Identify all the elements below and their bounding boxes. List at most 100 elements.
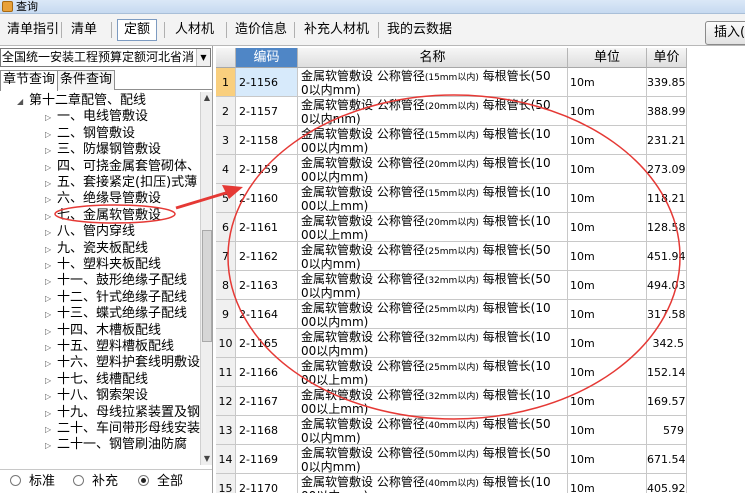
cell-code[interactable]: 2-1165 — [236, 329, 298, 358]
tab-cost-info[interactable]: 造价信息 — [228, 19, 294, 41]
scroll-down-icon[interactable]: ▼ — [202, 453, 212, 465]
row-index[interactable]: 4 — [216, 155, 236, 184]
table-row[interactable]: 3 2-1158 金属软管敷设 公称管径(15mm以内) 每根管长(10 00以内mm… — [216, 126, 745, 155]
tree-item[interactable]: ▷ 二十一、钢管刷油防腐 — [45, 436, 187, 453]
row-index[interactable]: 15 — [216, 474, 236, 493]
cell-price[interactable]: 388.99 — [647, 97, 687, 126]
tree-item[interactable]: ▷ 十九、母线拉紧装置及钢 — [45, 404, 200, 421]
cell-code[interactable]: 2-1159 — [236, 155, 298, 184]
tree-item[interactable]: ▷ 十六、塑料护套线明敷设 — [45, 354, 200, 371]
cell-price[interactable]: 339.85 — [647, 68, 687, 97]
table-row[interactable]: 1 2-1156 金属软管敷设 公称管径(15mm以内) 每根管长(50 0以内mm)… — [216, 68, 745, 97]
cell-name[interactable]: 金属软管敷设 公称管径(15mm以内) 每根管长(50 0以内mm) — [298, 68, 568, 97]
table-row[interactable]: 9 2-1164 金属软管敷设 公称管径(25mm以内) 每根管长(10 00以内mm… — [216, 300, 745, 329]
row-index[interactable]: 13 — [216, 416, 236, 445]
library-select[interactable]: 全国统一安装工程预算定额河北省消 ▼ — [0, 48, 211, 67]
cell-unit[interactable]: 10m — [568, 329, 647, 358]
cell-code[interactable]: 2-1162 — [236, 242, 298, 271]
cell-unit[interactable]: 10m — [568, 416, 647, 445]
cell-name[interactable]: 金属软管敷设 公称管径(25mm以内) 每根管长(10 00以上mm) — [298, 358, 568, 387]
cell-name[interactable]: 金属软管敷设 公称管径(15mm以内) 每根管长(10 00以上mm) — [298, 184, 568, 213]
cell-unit[interactable]: 10m — [568, 126, 647, 155]
row-index[interactable]: 11 — [216, 358, 236, 387]
header-name[interactable]: 名称 — [298, 48, 568, 68]
cell-price[interactable]: 231.21 — [647, 126, 687, 155]
tree-item[interactable]: ▷ 五、套接紧定(扣压)式薄 — [45, 174, 197, 191]
cell-price[interactable]: 152.14 — [647, 358, 687, 387]
cell-code[interactable]: 2-1166 — [236, 358, 298, 387]
tree-collapse-icon[interactable]: ◢ — [17, 93, 29, 110]
table-row[interactable]: 6 2-1161 金属软管敷设 公称管径(20mm以内) 每根管长(10 00以上mm… — [216, 213, 745, 242]
tree-item[interactable]: ▷ 七、金属软管敷设 — [45, 207, 162, 224]
tree-item[interactable]: ◢ 第十二章配管、配线 — [17, 92, 146, 109]
tree-item[interactable]: ▷ 八、管内穿线 — [45, 223, 135, 240]
cell-name[interactable]: 金属软管敷设 公称管径(20mm以内) 每根管长(50 0以内mm) — [298, 97, 568, 126]
cell-unit[interactable]: 10m — [568, 474, 647, 493]
insert-button[interactable]: 插入(I) — [705, 21, 745, 45]
cell-name[interactable]: 金属软管敷设 公称管径(40mm以内) 每根管长(10 00以内mm) — [298, 474, 568, 493]
table-row[interactable]: 11 2-1166 金属软管敷设 公称管径(25mm以内) 每根管长(10 00以上m… — [216, 358, 745, 387]
table-row[interactable]: 2 2-1157 金属软管敷设 公称管径(20mm以内) 每根管长(50 0以内mm)… — [216, 97, 745, 126]
table-row[interactable]: 8 2-1163 金属软管敷设 公称管径(32mm以内) 每根管长(50 0以内mm)… — [216, 271, 745, 300]
cell-name[interactable]: 金属软管敷设 公称管径(15mm以内) 每根管长(10 00以内mm) — [298, 126, 568, 155]
header-unit[interactable]: 单位 — [568, 48, 647, 68]
cell-name[interactable]: 金属软管敷设 公称管径(25mm以内) 每根管长(10 00以内mm) — [298, 300, 568, 329]
tree-item[interactable]: ▷ 十七、线槽配线 — [45, 371, 148, 388]
header-code[interactable]: 编码 — [236, 48, 298, 68]
cell-unit[interactable]: 10m — [568, 445, 647, 474]
cell-unit[interactable]: 10m — [568, 213, 647, 242]
row-index[interactable]: 9 — [216, 300, 236, 329]
tree-item[interactable]: ▷ 一、电线管敷设 — [45, 108, 148, 125]
tree-item[interactable]: ▷ 九、瓷夹板配线 — [45, 240, 148, 257]
scroll-up-icon[interactable]: ▲ — [202, 92, 212, 104]
cell-unit[interactable]: 10m — [568, 184, 647, 213]
cell-code[interactable]: 2-1168 — [236, 416, 298, 445]
cell-price[interactable]: 128.58 — [647, 213, 687, 242]
row-index[interactable]: 6 — [216, 213, 236, 242]
tree-item[interactable]: ▷ 十四、木槽板配线 — [45, 322, 161, 339]
cell-code[interactable]: 2-1164 — [236, 300, 298, 329]
tree-item[interactable]: ▷ 二十、车间带形母线安装 — [45, 420, 200, 437]
tree-item[interactable]: ▷ 十五、塑料槽板配线 — [45, 338, 174, 355]
row-index[interactable]: 7 — [216, 242, 236, 271]
table-row[interactable]: 5 2-1160 金属软管敷设 公称管径(15mm以内) 每根管长(10 00以上mm… — [216, 184, 745, 213]
tree-item[interactable]: ▷ 四、可挠金属套管砌体、 — [45, 158, 200, 175]
table-row[interactable]: 14 2-1169 金属软管敷设 公称管径(50mm以内) 每根管长(50 0以内mm… — [216, 445, 745, 474]
cell-code[interactable]: 2-1163 — [236, 271, 298, 300]
cell-code[interactable]: 2-1169 — [236, 445, 298, 474]
cell-unit[interactable]: 10m — [568, 242, 647, 271]
tree-expand-icon[interactable]: ▷ — [45, 437, 57, 454]
cell-unit[interactable]: 10m — [568, 155, 647, 184]
tab-labor-material-machine[interactable]: 人材机 — [168, 19, 221, 41]
row-index[interactable]: 2 — [216, 97, 236, 126]
row-index[interactable]: 12 — [216, 387, 236, 416]
tree-scrollbar[interactable]: ▲ ▼ — [200, 92, 212, 465]
tab-chapter-query[interactable]: 章节查询 — [0, 70, 59, 91]
table-row[interactable]: 4 2-1159 金属软管敷设 公称管径(20mm以内) 每根管长(10 00以内mm… — [216, 155, 745, 184]
tab-cloud-data[interactable]: 我的云数据 — [380, 19, 459, 41]
cell-unit[interactable]: 10m — [568, 97, 647, 126]
tree-item[interactable]: ▷ 三、防爆钢管敷设 — [45, 141, 161, 158]
cell-name[interactable]: 金属软管敷设 公称管径(32mm以内) 每根管长(10 00以上mm) — [298, 387, 568, 416]
cell-unit[interactable]: 10m — [568, 358, 647, 387]
radio-standard[interactable]: 标准 — [10, 475, 55, 489]
table-row[interactable]: 13 2-1168 金属软管敷设 公称管径(40mm以内) 每根管长(50 0以内mm… — [216, 416, 745, 445]
table-row[interactable]: 152-1170金属软管敷设 公称管径(40mm以内) 每根管长(10 00以内m… — [216, 474, 745, 493]
cell-price[interactable]: 405.92 — [647, 474, 687, 493]
cell-price[interactable]: 317.58 — [647, 300, 687, 329]
row-index[interactable]: 14 — [216, 445, 236, 474]
tree-item[interactable]: ▷ 十八、钢索架设 — [45, 387, 148, 404]
tab-bill-guide[interactable]: 清单指引 — [0, 19, 66, 41]
row-index[interactable]: 8 — [216, 271, 236, 300]
cell-unit[interactable]: 10m — [568, 271, 647, 300]
row-index[interactable]: 3 — [216, 126, 236, 155]
cell-unit[interactable]: 10m — [568, 68, 647, 97]
cell-price[interactable]: 671.54 — [647, 445, 687, 474]
row-index[interactable]: 10 — [216, 329, 236, 358]
header-price[interactable]: 单价 — [647, 48, 687, 68]
tree-item[interactable]: ▷ 十二、针式绝缘子配线 — [45, 289, 187, 306]
tree-item[interactable]: ▷ 十、塑料夹板配线 — [45, 256, 161, 273]
cell-price[interactable]: 169.57 — [647, 387, 687, 416]
cell-name[interactable]: 金属软管敷设 公称管径(32mm以内) 每根管长(50 0以内mm) — [298, 271, 568, 300]
tab-supplement-lmm[interactable]: 补充人材机 — [297, 19, 376, 41]
